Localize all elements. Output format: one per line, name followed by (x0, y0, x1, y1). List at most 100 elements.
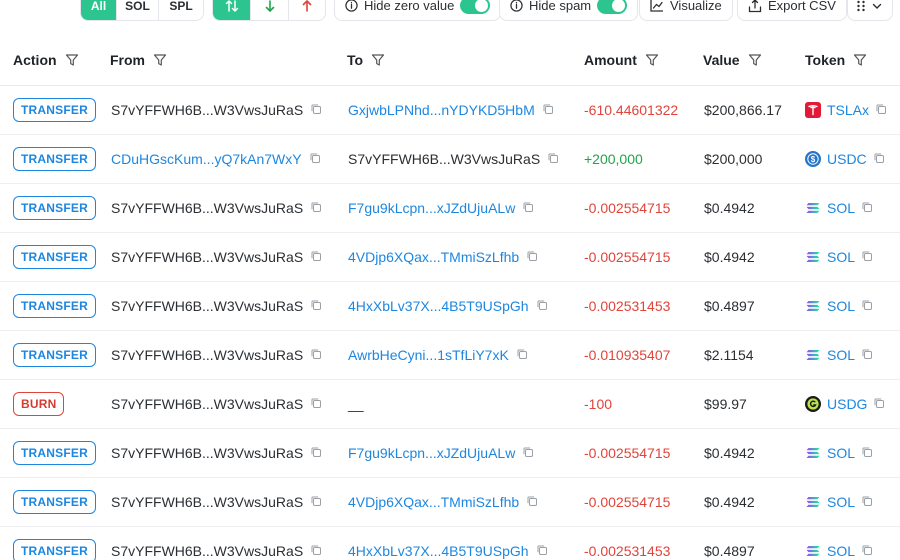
copy-icon[interactable] (522, 445, 534, 461)
from-address: S7vYFFWH6B...W3VwsJuRaS (111, 200, 304, 216)
table-header: Action From To Amount Value Token (0, 36, 900, 86)
filter-icon[interactable] (645, 53, 659, 67)
token-link[interactable]: TSLAx (827, 102, 869, 118)
from-address: S7vYFFWH6B...W3VwsJuRaS (111, 249, 304, 265)
table-row[interactable]: TRANSFER S7vYFFWH6B...W3VwsJuRaS F7gu9kLcp… (0, 429, 900, 478)
amount-cell: -610.44601322 (584, 86, 678, 134)
action-cell: TRANSFER (13, 135, 96, 183)
visualize-button[interactable]: Visualize (639, 0, 733, 21)
table-row[interactable]: TRANSFER S7vYFFWH6B...W3VwsJuRaS F7gu9kLcp… (0, 184, 900, 233)
token-link[interactable]: SOL (827, 543, 855, 559)
copy-icon[interactable] (310, 396, 322, 412)
table-row[interactable]: TRANSFER S7vYFFWH6B...W3VwsJuRaS AwrbHeCyn… (0, 331, 900, 380)
table-row[interactable]: TRANSFER CDuHGscKum...yQ7kAn7WxY S7vYFFWH6… (0, 135, 900, 184)
copy-icon[interactable] (536, 543, 548, 559)
token-link[interactable]: USDC (827, 151, 867, 167)
usd-value: $0.4942 (704, 445, 755, 461)
direction-in-button[interactable] (251, 0, 289, 20)
token-cell: SOL (805, 429, 873, 477)
copy-icon[interactable] (310, 494, 322, 510)
token-link[interactable]: SOL (827, 494, 855, 510)
copy-icon[interactable] (310, 543, 322, 559)
sol-icon (805, 249, 821, 265)
copy-icon[interactable] (536, 298, 548, 314)
usd-value: $0.4897 (704, 543, 755, 559)
copy-icon[interactable] (310, 249, 322, 265)
token-link[interactable]: SOL (827, 249, 855, 265)
copy-icon[interactable] (522, 200, 534, 216)
token-cell: $ USDC (805, 135, 885, 183)
to-address[interactable]: 4HxXbLv37X...4B5T9USpGh (348, 298, 529, 314)
token-link[interactable]: SOL (827, 200, 855, 216)
copy-icon[interactable] (875, 102, 887, 118)
filter-icon[interactable] (65, 53, 79, 67)
filter-icon[interactable] (748, 53, 762, 67)
export-csv-button[interactable]: Export CSV (737, 0, 847, 21)
value-cell: $99.97 (704, 380, 747, 428)
from-cell: S7vYFFWH6B...W3VwsJuRaS (111, 184, 322, 232)
copy-icon[interactable] (861, 347, 873, 363)
table-row[interactable]: BURN S7vYFFWH6B...W3VwsJuRaS __ -100 $99.97 U… (0, 380, 900, 429)
table-row[interactable]: TRANSFER S7vYFFWH6B...W3VwsJuRaS 4HxXbLv37… (0, 527, 900, 560)
amount-value: -0.002554715 (584, 494, 671, 510)
hide-spam-switch[interactable] (597, 0, 628, 14)
copy-icon[interactable] (526, 249, 538, 265)
to-address[interactable]: 4VDjp6XQax...TMmiSzLfhb (348, 249, 519, 265)
to-address[interactable]: AwrbHeCyni...1sTfLiY7xK (348, 347, 509, 363)
hide-spam-toggle[interactable]: Hide spam (499, 0, 639, 21)
copy-icon[interactable] (861, 298, 873, 314)
hide-zero-value-switch[interactable] (460, 0, 491, 14)
to-address[interactable]: F7gu9kLcpn...xJZdUjuALw (348, 200, 515, 216)
copy-icon[interactable] (309, 151, 321, 167)
copy-icon[interactable] (310, 200, 322, 216)
copy-icon[interactable] (310, 445, 322, 461)
copy-icon[interactable] (873, 151, 885, 167)
action-cell: TRANSFER (13, 282, 96, 330)
from-address[interactable]: CDuHGscKum...yQ7kAn7WxY (111, 151, 302, 167)
token-link[interactable]: SOL (827, 298, 855, 314)
copy-icon[interactable] (516, 347, 528, 363)
direction-both-button[interactable] (213, 0, 251, 20)
copy-icon[interactable] (861, 494, 873, 510)
copy-icon[interactable] (310, 347, 322, 363)
copy-icon[interactable] (526, 494, 538, 510)
copy-icon[interactable] (310, 298, 322, 314)
copy-icon[interactable] (310, 102, 322, 118)
filter-spl-button[interactable]: SPL (159, 0, 203, 20)
to-cell: GxjwbLPNhd...nYDYKD5HbM (348, 86, 554, 134)
usdg-icon (805, 396, 821, 412)
filter-sol-button[interactable]: SOL (117, 0, 159, 20)
copy-icon[interactable] (861, 445, 873, 461)
to-address[interactable]: F7gu9kLcpn...xJZdUjuALw (348, 445, 515, 461)
column-settings-dropdown[interactable] (847, 0, 893, 21)
to-address[interactable]: 4HxXbLv37X...4B5T9USpGh (348, 543, 529, 559)
copy-icon[interactable] (873, 396, 885, 412)
copy-icon[interactable] (547, 151, 559, 167)
table-row[interactable]: TRANSFER S7vYFFWH6B...W3VwsJuRaS 4VDjp6XQa… (0, 478, 900, 527)
usd-value: $0.4942 (704, 200, 755, 216)
copy-icon[interactable] (542, 102, 554, 118)
swap-vertical-icon (225, 0, 238, 12)
filter-all-button[interactable]: All (81, 0, 117, 20)
filter-icon[interactable] (853, 53, 867, 67)
copy-icon[interactable] (861, 543, 873, 559)
token-link[interactable]: SOL (827, 445, 855, 461)
copy-icon[interactable] (861, 200, 873, 216)
info-icon (510, 0, 523, 12)
table-row[interactable]: TRANSFER S7vYFFWH6B...W3VwsJuRaS 4HxXbLv37… (0, 282, 900, 331)
value-cell: $0.4897 (704, 282, 755, 330)
token-link[interactable]: USDG (827, 396, 867, 412)
to-address[interactable]: GxjwbLPNhd...nYDYKD5HbM (348, 102, 535, 118)
table-row[interactable]: TRANSFER S7vYFFWH6B...W3VwsJuRaS 4VDjp6XQa… (0, 233, 900, 282)
amount-cell: -0.002554715 (584, 233, 670, 281)
direction-out-button[interactable] (289, 0, 325, 20)
copy-icon[interactable] (861, 249, 873, 265)
table-row[interactable]: TRANSFER S7vYFFWH6B...W3VwsJuRaS GxjwbLPNh… (0, 86, 900, 135)
sol-icon (805, 347, 821, 363)
token-link[interactable]: SOL (827, 347, 855, 363)
to-address[interactable]: 4VDjp6XQax...TMmiSzLfhb (348, 494, 519, 510)
value-cell: $2.1154 (704, 331, 754, 379)
hide-zero-value-toggle[interactable]: Hide zero value (334, 0, 502, 21)
filter-icon[interactable] (153, 53, 167, 67)
filter-icon[interactable] (371, 53, 385, 67)
